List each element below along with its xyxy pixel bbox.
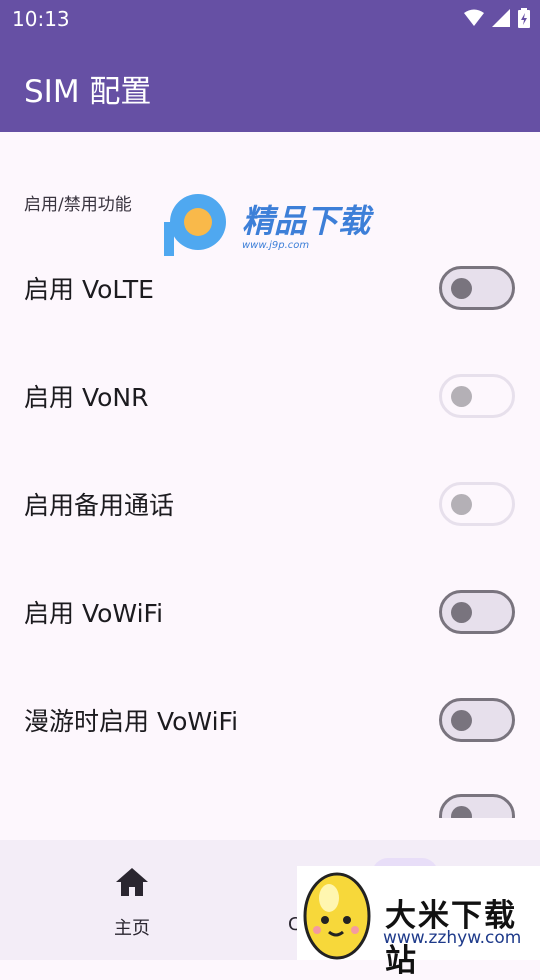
watermark-url: www.zzhyw.com — [383, 928, 522, 948]
setting-row-backup-calling[interactable]: 启用备用通话 — [0, 450, 540, 558]
status-icons — [464, 8, 530, 28]
battery-charging-icon — [518, 8, 530, 28]
setting-label: 漫游时启用 VoWiFi — [24, 707, 239, 736]
home-icon — [116, 868, 148, 896]
app-bar: SIM 配置 — [0, 36, 540, 132]
nav-item-home[interactable]: 主页 — [42, 840, 222, 960]
page-title: SIM 配置 — [24, 74, 152, 110]
setting-row-vowifi[interactable]: 启用 VoWiFi — [0, 558, 540, 666]
partial-toggle[interactable] — [439, 794, 515, 818]
section-header: 启用/禁用功能 — [24, 195, 132, 215]
status-bar: 10:13 — [0, 0, 540, 36]
vonr-toggle[interactable] — [439, 374, 515, 418]
switch-thumb — [451, 602, 472, 623]
wifi-icon — [464, 9, 484, 26]
status-time: 10:13 — [12, 7, 70, 31]
setting-label: 启用 VoNR — [24, 383, 149, 412]
watermark-badge: 大米下载站 www.zzhyw.com — [297, 866, 540, 979]
setting-row-vonr[interactable]: 启用 VoNR — [0, 342, 540, 450]
switch-thumb — [451, 806, 472, 818]
switch-thumb — [451, 710, 472, 731]
setting-row-vowifi-roaming[interactable]: 漫游时启用 VoWiFi — [0, 666, 540, 774]
vowifi-toggle[interactable] — [439, 590, 515, 634]
switch-thumb — [451, 386, 472, 407]
cellular-signal-icon — [492, 9, 510, 27]
setting-row-volte[interactable]: 启用 VoLTE — [0, 234, 540, 342]
switch-thumb — [451, 278, 472, 299]
vowifi-roaming-toggle[interactable] — [439, 698, 515, 742]
egg-mascot-icon — [303, 872, 371, 960]
setting-label: 启用备用通话 — [24, 491, 175, 520]
setting-label: 启用 VoLTE — [24, 275, 154, 304]
backup-calling-toggle[interactable] — [439, 482, 515, 526]
volte-toggle[interactable] — [439, 266, 515, 310]
setting-label: 启用 VoWiFi — [24, 599, 164, 628]
setting-row-partial[interactable] — [0, 780, 540, 818]
switch-thumb — [451, 494, 472, 515]
nav-label-home: 主页 — [114, 918, 150, 939]
